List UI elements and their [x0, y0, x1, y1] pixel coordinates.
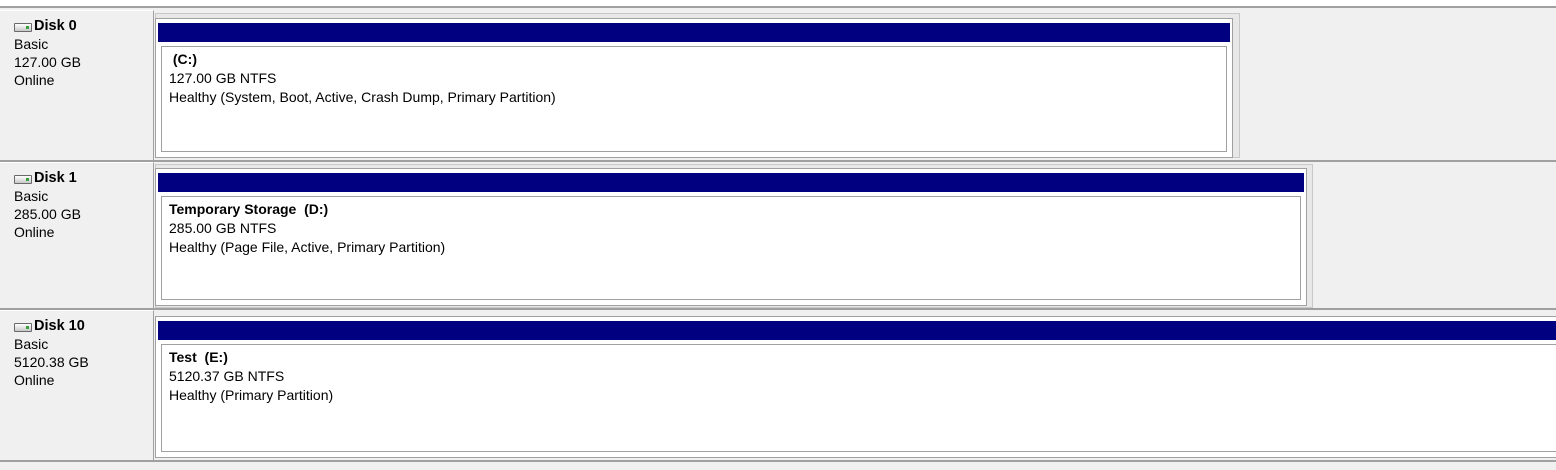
partition-body[interactable]: Temporary Storage (D:) 285.00 GB NTFS He…	[161, 196, 1301, 300]
volume-filesystem: 127.00 GB NTFS	[169, 70, 277, 86]
volume-name: (C:)	[169, 51, 197, 67]
volume-health: Healthy (Page File, Active, Primary Part…	[169, 239, 446, 255]
disk-size: 127.00 GB	[14, 54, 81, 70]
partition-body[interactable]: Test (E:) 5120.37 GB NTFS Healthy (Prima…	[161, 344, 1556, 452]
disk-size: 285.00 GB	[14, 206, 81, 222]
row-separator	[0, 460, 1556, 462]
disk-row-10: Disk 10 Basic 5120.38 GB Online Test (E:…	[0, 310, 1556, 460]
disk-status: Online	[14, 72, 55, 88]
disk-row-1: Disk 1 Basic 285.00 GB Online Temporary …	[0, 162, 1556, 308]
volume-health: Healthy (Primary Partition)	[169, 387, 334, 403]
volume-health: Healthy (System, Boot, Active, Crash Dum…	[169, 89, 556, 105]
disk-status: Online	[14, 224, 55, 240]
disk-info-1[interactable]: Disk 1 Basic 285.00 GB Online	[0, 162, 154, 308]
disk-name-line: Disk 1	[14, 169, 153, 187]
disk-drive-icon	[14, 174, 32, 184]
disk-name: Disk 1	[34, 170, 77, 186]
disk-status: Online	[14, 372, 55, 388]
partition-body[interactable]: (C:) 127.00 GB NTFS Healthy (System, Boo…	[161, 46, 1227, 152]
disk-info-10[interactable]: Disk 10 Basic 5120.38 GB Online	[0, 310, 154, 460]
disk-drive-icon	[14, 22, 32, 32]
volume-name: Test (E:)	[169, 349, 228, 365]
disk-name: Disk 0	[34, 18, 77, 34]
disk-type: Basic	[14, 188, 49, 204]
volume-filesystem: 5120.37 GB NTFS	[169, 368, 285, 384]
partition-e[interactable]: Test (E:) 5120.37 GB NTFS Healthy (Prima…	[155, 316, 1556, 458]
disk-name: Disk 10	[34, 318, 85, 334]
disk-type: Basic	[14, 336, 49, 352]
disk-info-0[interactable]: Disk 0 Basic 127.00 GB Online	[0, 10, 154, 160]
disk-drive-icon	[14, 322, 32, 332]
disk-name-line: Disk 0	[14, 17, 153, 35]
partition-header-bar	[158, 321, 1556, 340]
disk-name-line: Disk 10	[14, 317, 153, 335]
volume-filesystem: 285.00 GB NTFS	[169, 220, 277, 236]
partition-header-bar	[158, 23, 1230, 42]
partition-header-bar	[158, 173, 1304, 192]
volume-name: Temporary Storage (D:)	[169, 201, 329, 217]
partition-d[interactable]: Temporary Storage (D:) 285.00 GB NTFS He…	[155, 168, 1307, 306]
top-border	[0, 0, 1556, 8]
disk-type: Basic	[14, 36, 49, 52]
partition-c[interactable]: (C:) 127.00 GB NTFS Healthy (System, Boo…	[155, 18, 1233, 158]
disk-size: 5120.38 GB	[14, 354, 89, 370]
disk-row-0: Disk 0 Basic 127.00 GB Online (C:) 127.0…	[0, 10, 1556, 160]
